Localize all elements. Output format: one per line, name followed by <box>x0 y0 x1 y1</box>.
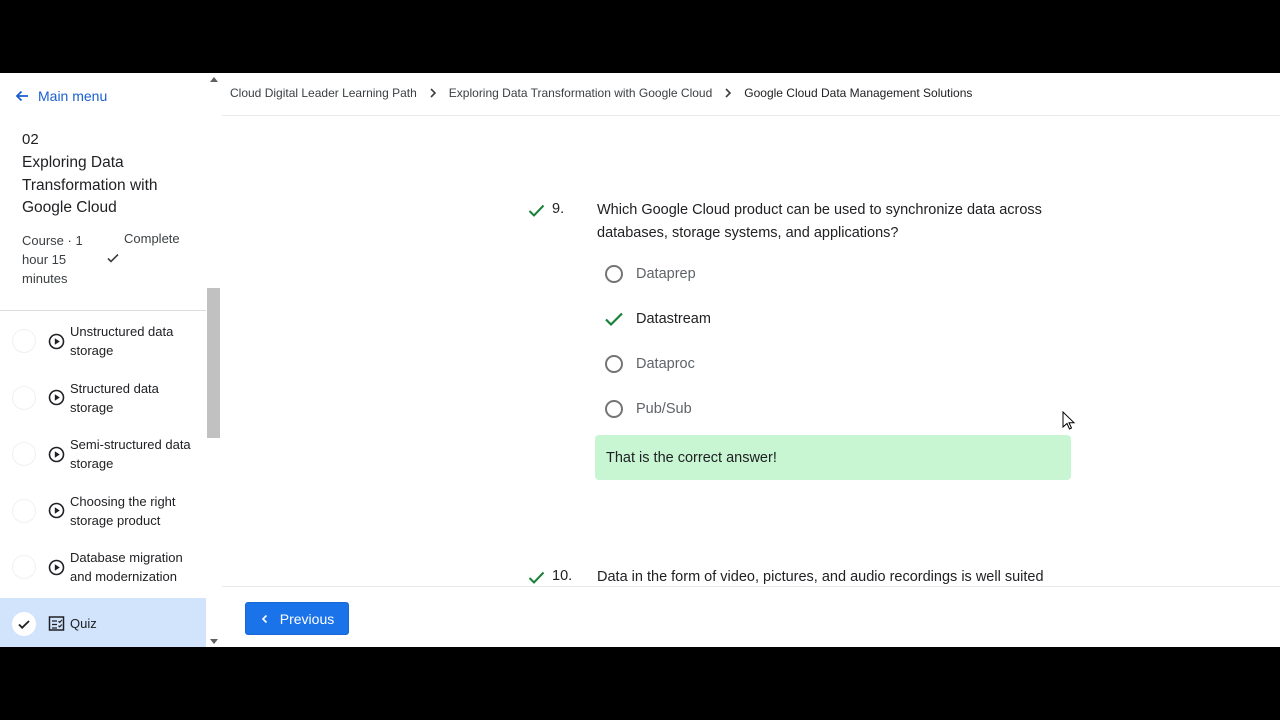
play-circle-icon <box>48 502 65 519</box>
progress-ring-icon <box>12 329 36 354</box>
main-menu-label: Main menu <box>38 88 108 104</box>
radio-button[interactable] <box>605 355 623 373</box>
app-window: Main menu 02 Exploring Data Transformati… <box>0 73 1280 647</box>
option-datastream[interactable]: Datastream <box>604 307 711 331</box>
lesson-label: Structured data storage <box>70 380 159 415</box>
lesson-item-semi-structured[interactable]: Semi-structured data storage <box>0 426 206 483</box>
option-pubsub[interactable]: Pub/Sub <box>604 397 692 421</box>
breadcrumb-current: Google Cloud Data Management Solutions <box>744 86 973 100</box>
option-label: Datastream <box>636 311 711 327</box>
question-number: 9. <box>552 201 565 217</box>
lesson-label: Semi-structured data storage <box>70 437 191 472</box>
sidebar-divider <box>0 310 206 311</box>
chevron-right-icon <box>430 88 436 98</box>
lesson-label: Database migration and modernization <box>70 550 183 585</box>
sidebar-scrollbar[interactable] <box>206 73 222 647</box>
progress-ring-icon <box>12 385 36 410</box>
progress-ring-icon <box>12 442 36 467</box>
chevron-left-icon <box>261 614 267 623</box>
sidebar: Main menu 02 Exploring Data Transformati… <box>0 73 206 647</box>
scrollbar-thumb[interactable] <box>207 288 220 438</box>
chevron-right-icon <box>725 88 732 98</box>
progress-ring-icon <box>12 498 36 523</box>
breadcrumb-course[interactable]: Exploring Data Transformation with Googl… <box>449 86 712 100</box>
radio-button[interactable] <box>605 400 623 418</box>
check-icon <box>107 253 119 263</box>
option-label: Dataprep <box>636 266 696 282</box>
completed-check-icon <box>12 611 36 636</box>
main-content: Cloud Digital Leader Learning Path Explo… <box>222 73 1280 647</box>
mouse-cursor-icon <box>1062 411 1076 430</box>
breadcrumb-learning-path[interactable]: Cloud Digital Leader Learning Path <box>230 86 417 100</box>
question-number: 10. <box>552 568 573 584</box>
play-circle-icon <box>48 559 65 576</box>
main-menu-link[interactable]: Main menu <box>14 88 107 104</box>
lesson-item-choosing-storage[interactable]: Choosing the right storage product <box>0 483 206 540</box>
lesson-list: Unstructured data storage Structured dat… <box>0 313 206 647</box>
play-circle-icon <box>48 333 65 350</box>
question-text: Data in the form of video, pictures, and… <box>597 569 1044 585</box>
previous-button[interactable]: Previous <box>245 602 349 635</box>
progress-ring-icon <box>12 555 36 580</box>
option-label: Pub/Sub <box>636 401 692 417</box>
check-icon <box>605 312 623 327</box>
scroll-down-arrow-icon[interactable] <box>210 639 218 644</box>
quiz-content: 9. Which Google Cloud product can be use… <box>222 116 1280 586</box>
lesson-label: Unstructured data storage <box>70 324 174 359</box>
lesson-item-unstructured[interactable]: Unstructured data storage <box>0 313 206 370</box>
play-circle-icon <box>48 389 65 406</box>
answer-feedback: That is the correct answer! <box>595 435 1071 480</box>
check-icon <box>528 204 545 217</box>
course-status: Complete <box>124 231 180 246</box>
question-text: Which Google Cloud product can be used t… <box>597 202 1042 241</box>
option-label: Dataproc <box>636 356 695 372</box>
lesson-item-quiz[interactable]: Quiz <box>0 597 206 647</box>
quiz-icon <box>48 616 65 631</box>
lesson-item-database-migration[interactable]: Database migration and modernization <box>0 539 206 596</box>
option-dataprep[interactable]: Dataprep <box>604 262 696 286</box>
lesson-label: Quiz <box>70 616 97 631</box>
option-dataproc[interactable]: Dataproc <box>604 352 695 376</box>
course-title: Exploring Data Transformation with Googl… <box>22 154 158 216</box>
previous-label: Previous <box>279 610 335 627</box>
breadcrumb: Cloud Digital Leader Learning Path Explo… <box>230 86 972 100</box>
lesson-label: Choosing the right storage product <box>70 493 176 528</box>
check-icon <box>528 571 545 584</box>
course-number: 02 <box>22 131 39 148</box>
course-meta: Course · 1 hour 15 minutes <box>22 233 83 286</box>
lesson-item-structured[interactable]: Structured data storage <box>0 370 206 427</box>
footer-divider <box>222 586 1280 587</box>
radio-button[interactable] <box>605 265 623 283</box>
play-circle-icon <box>48 446 65 463</box>
scroll-up-arrow-icon[interactable] <box>210 77 218 82</box>
arrow-left-icon <box>15 90 28 102</box>
